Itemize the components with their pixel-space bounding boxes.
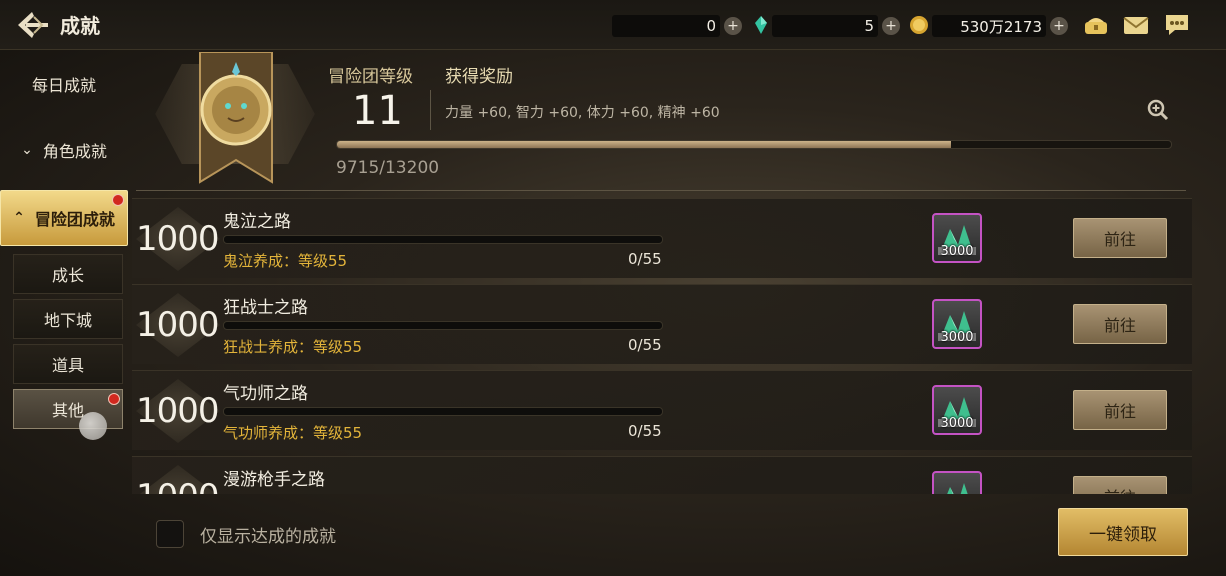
- add-crescent-button[interactable]: +: [724, 17, 742, 35]
- achievement-condition: 鬼泣养成：等级55: [223, 252, 348, 270]
- sidebar-subitem-label: 其他: [51, 401, 84, 420]
- header-divider: [136, 190, 1186, 191]
- claim-all-button[interactable]: 一键领取: [1058, 508, 1188, 556]
- reward-quantity: 3000: [940, 244, 974, 259]
- achievement-name: 气功师之路: [223, 384, 308, 404]
- mail-icon[interactable]: [1122, 12, 1150, 38]
- level-progress-text: 9715/13200: [336, 158, 440, 178]
- zoom-in-icon[interactable]: [1146, 98, 1170, 122]
- crescent-currency-icon: [594, 17, 602, 33]
- chevron-down-icon: ⌄: [21, 142, 33, 158]
- achievement-count: 0/55: [628, 422, 662, 440]
- sidebar-subitem-dungeon[interactable]: 地下城: [13, 299, 123, 339]
- page-title: 成就: [60, 14, 100, 38]
- sidebar-item-label: 每日成就: [31, 76, 96, 95]
- level-progress-fill: [337, 141, 951, 148]
- notification-dot: [112, 194, 124, 206]
- show-achieved-label: 仅显示达成的成就: [200, 527, 336, 547]
- currency-gold: 530万2173 +: [932, 14, 1068, 38]
- level-value: 11: [352, 88, 403, 134]
- add-crystal-button[interactable]: +: [882, 17, 900, 35]
- achievement-points: 1000: [136, 477, 220, 494]
- reward-item[interactable]: 3000: [932, 299, 982, 349]
- divider: [430, 90, 431, 130]
- currency-crystal: 5 +: [772, 14, 900, 38]
- sidebar-subitem-label: 地下城: [43, 311, 92, 330]
- achievement-condition: 狂战士养成：等级55: [223, 338, 363, 356]
- level-label: 冒险团等级: [328, 67, 413, 87]
- achievement-points: 1000: [136, 391, 220, 431]
- achievement-points: 1000: [136, 305, 220, 345]
- achievement-points: 1000: [136, 219, 220, 259]
- achievement-name: 漫游枪手之路: [223, 470, 325, 490]
- level-progress-bar: [336, 140, 1172, 149]
- sidebar-item-label: 冒险团成就: [34, 210, 115, 229]
- achievement-condition: 气功师养成：等级55: [223, 424, 363, 442]
- touch-cursor: [79, 412, 107, 440]
- sidebar-subitem-items[interactable]: 道具: [13, 344, 123, 384]
- achievement-name: 狂战士之路: [223, 298, 308, 318]
- reward-item[interactable]: [932, 471, 982, 494]
- achievement-list[interactable]: 1000 鬼泣之路 鬼泣养成：等级55 0/55 3000 前往 1000 狂战…: [132, 198, 1192, 494]
- reward-quantity: 3000: [940, 416, 974, 431]
- achievement-progress-bar: [223, 407, 663, 416]
- sidebar-subitem-label: 道具: [51, 356, 84, 375]
- currency-crystal-value: 5: [772, 15, 878, 37]
- sidebar-subitem-growth[interactable]: 成长: [13, 254, 123, 294]
- go-button[interactable]: 前往: [1073, 218, 1167, 258]
- lion-medal-emblem-icon: [199, 52, 273, 184]
- sidebar-item-label: 角色成就: [42, 142, 107, 161]
- achievement-row: 1000 鬼泣之路 鬼泣养成：等级55 0/55 3000 前往: [132, 198, 1192, 278]
- notification-dot: [108, 393, 120, 405]
- chat-icon[interactable]: [1163, 12, 1191, 38]
- back-button[interactable]: [12, 8, 52, 42]
- reward-item[interactable]: 3000: [932, 213, 982, 263]
- achievement-progress-bar: [223, 235, 663, 244]
- sidebar: 每日成就 ⌄ 角色成就 ⌃ 冒险团成就 成长 地下城 道具 其他: [0, 50, 130, 576]
- sidebar-item-adventure[interactable]: ⌃ 冒险团成就: [0, 190, 128, 246]
- go-button[interactable]: 前往: [1073, 390, 1167, 430]
- achievement-name: 鬼泣之路: [223, 212, 291, 232]
- achievement-count: 0/55: [628, 336, 662, 354]
- go-button[interactable]: 前往: [1073, 476, 1167, 494]
- reward-item[interactable]: 3000: [932, 385, 982, 435]
- currency-crescent-value: 0: [612, 15, 720, 37]
- show-achieved-checkbox[interactable]: [156, 520, 184, 548]
- chevron-up-icon: ⌃: [13, 210, 25, 226]
- achievement-count: 0/55: [628, 250, 662, 268]
- chest-icon[interactable]: [1082, 12, 1110, 38]
- achievement-progress-bar: [223, 321, 663, 330]
- achievement-row: 1000 漫游枪手之路 前往: [132, 456, 1192, 494]
- sidebar-subitem-label: 成长: [51, 266, 84, 285]
- achievement-row: 1000 气功师之路 气功师养成：等级55 0/55 3000 前往: [132, 370, 1192, 450]
- currency-crescent: 0 +: [612, 14, 742, 38]
- gold-coin-icon: [910, 16, 928, 34]
- back-arrow-icon: [18, 12, 48, 38]
- reward-text: 力量 +60, 智力 +60, 体力 +60, 精神 +60: [445, 105, 720, 121]
- sidebar-item-character[interactable]: ⌄ 角色成就: [0, 122, 128, 178]
- green-crystal-icon: [755, 16, 767, 34]
- top-bar: 成就 0 + 5 + 530万2173 +: [0, 0, 1226, 50]
- adventure-level-panel: 冒险团等级 11 获得奖励 力量 +60, 智力 +60, 体力 +60, 精神…: [130, 52, 1196, 192]
- add-gold-button[interactable]: +: [1050, 17, 1068, 35]
- reward-quantity: 3000: [940, 330, 974, 345]
- currency-gold-value: 530万2173: [932, 15, 1046, 37]
- sidebar-item-daily[interactable]: 每日成就: [0, 56, 128, 112]
- green-crystal-pile-icon: [947, 483, 968, 494]
- reward-label: 获得奖励: [445, 67, 513, 87]
- go-button[interactable]: 前往: [1073, 304, 1167, 344]
- achievement-row: 1000 狂战士之路 狂战士养成：等级55 0/55 3000 前往: [132, 284, 1192, 364]
